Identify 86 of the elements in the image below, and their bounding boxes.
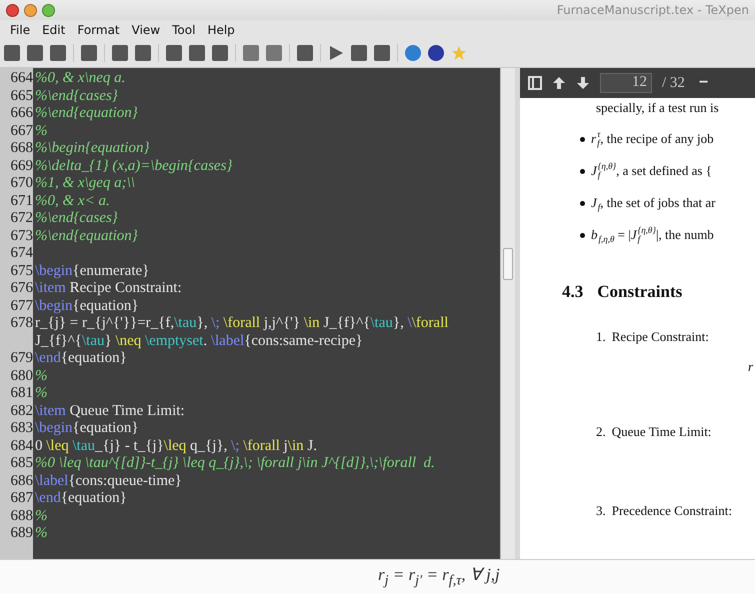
- line-number: 686: [10, 472, 33, 490]
- line-number: 666: [10, 105, 33, 122]
- item-number: 3.: [596, 503, 606, 519]
- zoom-out-button[interactable]: −: [694, 74, 712, 92]
- line-number: 677: [10, 298, 33, 315]
- line-number: 687: [10, 490, 33, 508]
- code-line: %\end{cases}: [34, 210, 119, 228]
- code-line: %\end{cases}: [34, 88, 119, 105]
- code-line: J_{f}^{\tau} \neq \emptyset. \label{cons:same-recipe}: [34, 332, 364, 350]
- item-text: Precedence Constraint:: [612, 503, 732, 519]
- line-number: 674: [10, 245, 33, 262]
- line-number: 681: [10, 385, 33, 402]
- line-number: 676: [10, 280, 33, 298]
- code-line: %: [34, 508, 48, 525]
- maximize-icon[interactable]: [42, 4, 55, 16]
- menu-item[interactable]: Help: [201, 22, 241, 36]
- line-number: 671: [10, 192, 33, 210]
- line-number: 679: [10, 350, 33, 368]
- line-number: 688: [10, 508, 33, 525]
- code-line: 0 \leq \tau_{j} - t_{j}\leq q_{j}, \; \forall j\in J.: [34, 438, 318, 455]
- line-number: 685: [10, 455, 33, 472]
- code-line: %\end{equation}: [34, 105, 139, 122]
- play-icon[interactable]: [328, 45, 344, 61]
- line-number: 670: [10, 175, 33, 192]
- code-line: %1, & x\geq a;\\: [34, 175, 136, 192]
- star-icon[interactable]: [451, 45, 467, 61]
- window-title: FurnaceManuscript.tex - TeXpen: [556, 3, 749, 17]
- code-line: %: [34, 368, 48, 385]
- page-field[interactable]: 12: [600, 73, 652, 93]
- code-line: %0 \leq \tau^{[d]}-t_{j} \leq q_{j},\; \forall j\in J^{[d]},\;\forall d.: [34, 455, 436, 472]
- menu-item[interactable]: Format: [71, 22, 126, 36]
- scrollbar-thumb[interactable]: [503, 248, 513, 280]
- line-number: 680: [10, 368, 33, 385]
- code-line: %\end{equation}: [34, 228, 139, 245]
- bullet-icon: [580, 168, 585, 174]
- formula-fragment: r: [748, 359, 754, 375]
- line-number: 665: [10, 88, 33, 105]
- code-line: %\begin{equation}: [34, 140, 150, 158]
- menu-item[interactable]: View: [126, 22, 166, 36]
- line-number: 684: [10, 438, 33, 455]
- code-line: %\delta_{1} (x,a)=\begin{cases}: [34, 158, 234, 175]
- code-line: %0, & x\neq a.: [34, 70, 126, 88]
- line-number: 669: [10, 158, 33, 175]
- line-number: 673: [10, 228, 33, 245]
- menu-item[interactable]: File: [4, 22, 36, 36]
- code-line: \item Recipe Constraint:: [34, 280, 183, 298]
- line-number: 689: [10, 525, 33, 542]
- item-text: Recipe Constraint:: [612, 329, 709, 345]
- item-number: 1.: [596, 329, 606, 345]
- code-line: %: [34, 122, 48, 140]
- code-line: %: [34, 525, 48, 542]
- bullet-icon: [580, 232, 585, 238]
- line-number: 682: [10, 402, 33, 420]
- line-number: 668: [10, 140, 33, 158]
- code-line: \begin{equation}: [34, 420, 140, 438]
- line-number: 672: [10, 210, 33, 228]
- page-count: / 32: [662, 74, 685, 92]
- line-number: 683: [10, 420, 33, 438]
- bullet-icon: [580, 136, 585, 142]
- formula-preview: r$_{j}$ = r$_{j′}$ = r$_{f,τ}$, ∀ j,j: [378, 564, 500, 590]
- code-line: r_{j} = r_{j^{'}}=r_{f,\tau}, \; \forall j,j^{'} \in J_{f}^{\tau}, \\forall: [34, 315, 450, 332]
- code-line: \end{equation}: [34, 490, 128, 508]
- code-line: \end{equation}: [34, 350, 128, 368]
- item-number: 2.: [596, 424, 606, 440]
- line-number: 675: [10, 262, 33, 280]
- paragraph-text: specially, if a test run is: [596, 100, 719, 115]
- code-line: \label{cons:queue-time}: [34, 472, 183, 490]
- code-line: \begin{equation}: [34, 298, 140, 315]
- arrow-down-icon[interactable]: [576, 76, 590, 90]
- item-text: Queue Time Limit:: [612, 424, 712, 440]
- menu-item[interactable]: Tool: [166, 22, 202, 36]
- code-line: %0, & x< a.: [34, 192, 111, 210]
- code-line: %: [34, 385, 48, 402]
- menu-item[interactable]: Edit: [36, 22, 72, 36]
- line-number: 678: [10, 315, 33, 332]
- sidebar-icon[interactable]: [528, 76, 542, 90]
- section-number: 4.3: [562, 282, 584, 302]
- code-line: \begin{enumerate}: [34, 262, 150, 280]
- section-title: Constraints: [597, 282, 682, 302]
- line-number: 664: [10, 70, 33, 88]
- line-number: 667: [10, 122, 33, 140]
- code-line: \item Queue Time Limit:: [34, 402, 186, 420]
- close-icon[interactable]: [6, 4, 19, 16]
- minimize-icon[interactable]: [24, 4, 37, 16]
- bullet-icon: [580, 200, 585, 206]
- arrow-up-icon[interactable]: [552, 76, 566, 90]
